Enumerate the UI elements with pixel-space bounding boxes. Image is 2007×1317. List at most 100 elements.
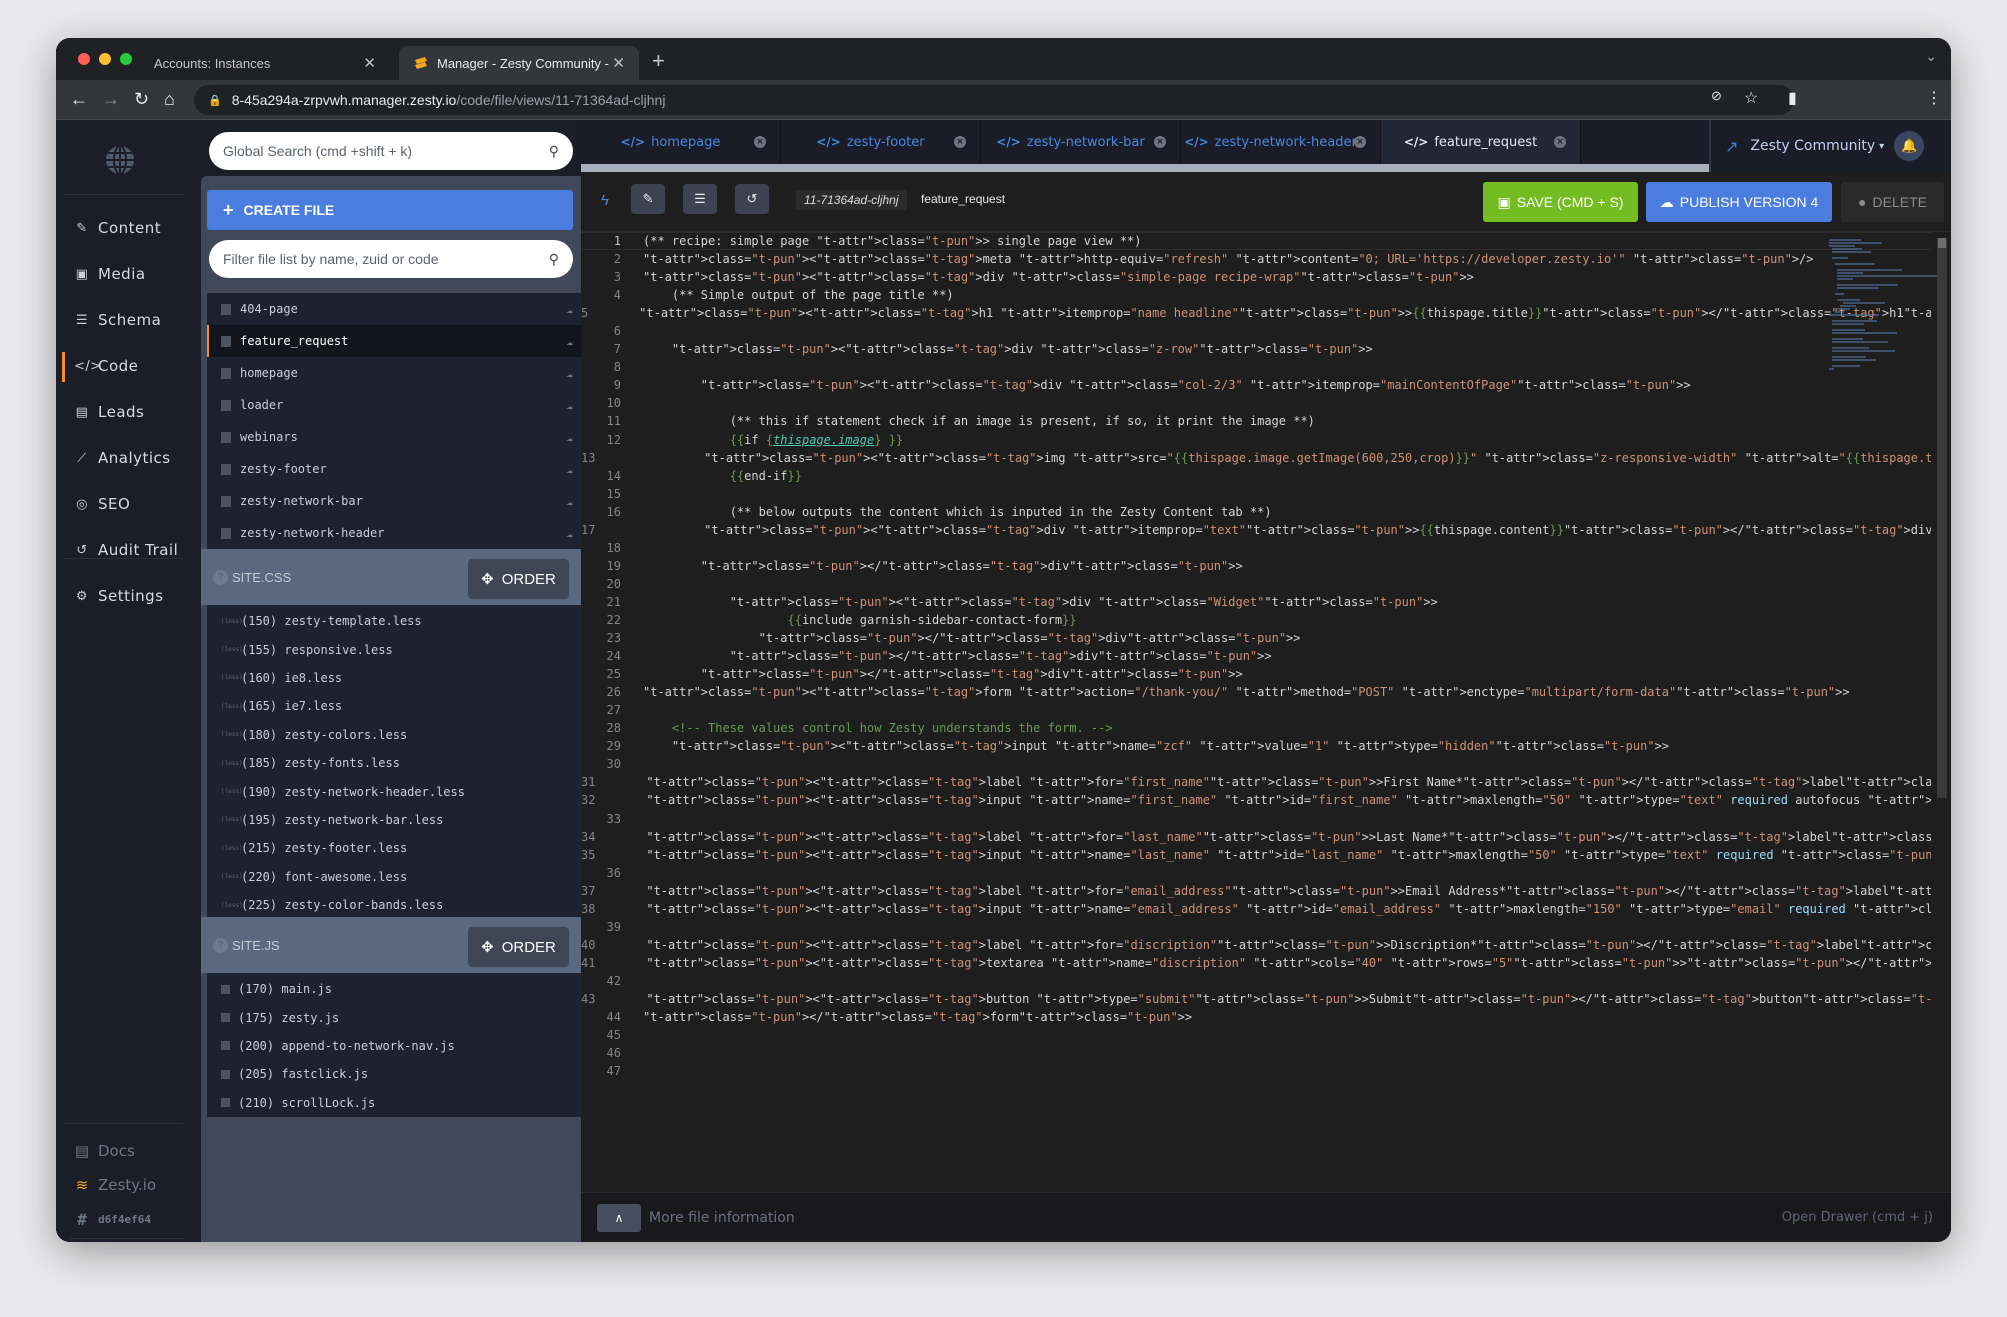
code-line[interactable]: 41 "t-attr">class="t-pun"><"t-attr">clas… [581, 954, 1931, 972]
code-line[interactable]: 9 "t-attr">class="t-pun"><"t-attr">class… [581, 376, 1931, 394]
eye-slash-icon[interactable]: ⊘ [1711, 88, 1722, 104]
code-line[interactable]: 35 "t-attr">class="t-pun"><"t-attr">clas… [581, 846, 1931, 864]
code-line[interactable]: 34 "t-attr">class="t-pun"><"t-attr">clas… [581, 828, 1931, 846]
external-link-icon[interactable]: ↗ [1725, 137, 1738, 156]
code-line[interactable]: 13 "t-attr">class="t-pun"><"t-attr">clas… [581, 449, 1931, 467]
code-line[interactable]: 8 [581, 358, 1931, 376]
cloud-upload-icon[interactable]: ☁ [566, 463, 573, 476]
code-line[interactable]: 1 (** recipe: simple page "t-attr">class=… [581, 232, 1931, 251]
expand-info-button[interactable]: ∧ [597, 1203, 641, 1232]
code-line[interactable]: 33 [581, 810, 1931, 828]
edit-button[interactable]: ✎ [631, 184, 665, 214]
minimap[interactable] [1829, 238, 1938, 370]
editor-tab-zesty-network-bar[interactable]: </> zesty-network-bar × [981, 120, 1181, 164]
global-search-input[interactable]: Global Search (cmd +shift + k) ⚲ [209, 132, 573, 170]
code-line[interactable]: 28 <!-- These values control how Zesty u… [581, 719, 1931, 737]
js-file-item[interactable]: (175) zesty.js [207, 1003, 581, 1031]
code-line[interactable]: 29 "t-attr">class="t-pun"><"t-attr">clas… [581, 737, 1931, 755]
code-line[interactable]: 37 "t-attr">class="t-pun"><"t-attr">clas… [581, 882, 1931, 900]
css-file-item[interactable]: (less) (190) zesty-network-header.less [207, 777, 581, 805]
nav-item-audit-trail[interactable]: ↺ Audit Trail [56, 530, 201, 570]
code-line[interactable]: 45 [581, 1026, 1931, 1044]
editor-tab-homepage[interactable]: </> homepage × [581, 120, 781, 164]
code-line[interactable]: 20 [581, 575, 1931, 593]
nav-item-media[interactable]: ▣ Media [56, 254, 201, 294]
zesty-link[interactable]: ≋ Zesty.io [74, 1176, 156, 1194]
publish-button[interactable]: ☁ PUBLISH VERSION 4 [1646, 182, 1832, 222]
code-area[interactable]: 1 (** recipe: simple page "t-attr">class=… [581, 232, 1931, 1174]
search-icon[interactable]: ⚲ [549, 143, 559, 160]
file-item[interactable]: zesty-network-header ☁ [207, 517, 581, 549]
css-file-item[interactable]: (less) (165) ie7.less [207, 692, 581, 720]
editor-tab-zesty-footer[interactable]: </> zesty-footer × [781, 120, 981, 164]
code-line[interactable]: 22 {{include garnish-sidebar-contact-for… [581, 611, 1931, 629]
account-menu[interactable]: ↗ Zesty Community ▾ 🔔 [1709, 120, 1951, 172]
search-icon[interactable]: ⚲ [549, 251, 559, 268]
close-tab-icon[interactable]: ✕ [363, 54, 376, 72]
css-file-item[interactable]: (less) (195) zesty-network-bar.less [207, 806, 581, 834]
nav-item-content[interactable]: ✎ Content [56, 208, 201, 248]
css-order-button[interactable]: ✥ ORDER [468, 559, 569, 599]
close-tab-icon[interactable]: × [954, 136, 966, 148]
cloud-upload-icon[interactable]: ☁ [566, 527, 573, 540]
browser-tab-manager[interactable]: Manager - Zesty Community - ✕ [399, 46, 639, 80]
code-line[interactable]: 42 [581, 972, 1931, 990]
code-line[interactable]: 18 [581, 539, 1931, 557]
css-file-item[interactable]: (less) (215) zesty-footer.less [207, 834, 581, 862]
editor-tab-feature-request[interactable]: </> feature_request × [1381, 120, 1581, 164]
cloud-upload-icon[interactable]: ☁ [566, 495, 573, 508]
code-line[interactable]: 15 [581, 485, 1931, 503]
save-button[interactable]: ▣ SAVE (CMD + S) [1483, 182, 1638, 222]
code-line[interactable]: 19 "t-attr">class="t-pun"></"t-attr">cla… [581, 557, 1931, 575]
more-file-info-label[interactable]: More file information [649, 1210, 795, 1226]
code-line[interactable]: 2 "t-attr">class="t-pun"><"t-attr">class=… [581, 250, 1931, 268]
nav-item-analytics[interactable]: ⟋ Analytics [56, 438, 201, 478]
code-line[interactable]: 5 "t-attr">class="t-pun"><"t-attr">class… [581, 304, 1931, 322]
code-line[interactable]: 39 [581, 918, 1931, 936]
bell-icon[interactable]: 🔔 [1894, 131, 1925, 161]
close-tab-icon[interactable]: × [754, 136, 766, 148]
js-file-item[interactable]: (210) scrollLock.js [207, 1089, 581, 1117]
history-button[interactable]: ↺ [735, 184, 769, 214]
close-tab-icon[interactable]: × [1154, 136, 1166, 148]
file-item[interactable]: zesty-network-bar ☁ [207, 485, 581, 517]
address-bar[interactable]: 🔒 8-45a294a-zrpvwh.manager.zesty.io /cod… [194, 85, 1794, 115]
js-file-item[interactable]: (170) main.js [207, 975, 581, 1003]
code-line[interactable]: 23 "t-attr">class="t-pun"></"t-attr">cla… [581, 629, 1931, 647]
editor-scrollbar[interactable] [1937, 238, 1947, 798]
js-order-button[interactable]: ✥ ORDER [468, 927, 569, 967]
code-line[interactable]: 14 {{end-if}} [581, 467, 1931, 485]
code-line[interactable]: 26 "t-attr">class="t-pun"><"t-attr">class… [581, 683, 1931, 701]
code-line[interactable]: 27 [581, 701, 1931, 719]
kebab-menu-icon[interactable]: ⋮ [1926, 88, 1942, 108]
css-file-item[interactable]: (less) (225) zesty-color-bands.less [207, 891, 581, 919]
code-line[interactable]: 17 "t-attr">class="t-pun"><"t-attr">clas… [581, 521, 1931, 539]
star-icon[interactable]: ☆ [1744, 88, 1758, 108]
code-line[interactable]: 31 "t-attr">class="t-pun"><"t-attr">clas… [581, 773, 1931, 791]
code-line[interactable]: 4 (** Simple output of the page title **… [581, 286, 1931, 304]
code-line[interactable]: 25 "t-attr">class="t-pun"></"t-attr">cla… [581, 665, 1931, 683]
file-item[interactable]: feature_request ☁ [207, 325, 581, 357]
code-line[interactable]: 38 "t-attr">class="t-pun"><"t-attr">clas… [581, 900, 1931, 918]
code-line[interactable]: 36 [581, 864, 1931, 882]
css-file-item[interactable]: (less) (180) zesty-colors.less [207, 721, 581, 749]
file-item[interactable]: webinars ☁ [207, 421, 581, 453]
close-tab-icon[interactable]: × [1354, 136, 1366, 148]
js-file-item[interactable]: (205) fastclick.js [207, 1060, 581, 1088]
code-line[interactable]: 12 {{if {thispage.image} }} [581, 431, 1931, 449]
file-item[interactable]: homepage ☁ [207, 357, 581, 389]
sidepanel-icon[interactable]: ▮ [1788, 88, 1797, 108]
reload-icon[interactable]: ↻ [134, 89, 149, 110]
open-drawer-label[interactable]: Open Drawer (cmd + j) [1782, 1210, 1933, 1225]
nav-item-code[interactable]: </> Code [56, 346, 201, 386]
help-icon[interactable]: ? [213, 569, 228, 585]
css-file-item[interactable]: (less) (150) zesty-template.less [207, 607, 581, 635]
code-line[interactable]: 3 "t-attr">class="t-pun"><"t-attr">class=… [581, 268, 1931, 286]
file-item[interactable]: 404-page ☁ [207, 293, 581, 325]
code-line[interactable]: 44 "t-attr">class="t-pun"></"t-attr">clas… [581, 1008, 1931, 1026]
tabs-scrollbar[interactable] [581, 164, 1711, 172]
nav-item-settings[interactable]: ⚙ Settings [56, 576, 201, 616]
css-file-item[interactable]: (less) (220) font-awesome.less [207, 863, 581, 891]
code-line[interactable]: 32 "t-attr">class="t-pun"><"t-attr">clas… [581, 791, 1931, 809]
file-filter-input[interactable]: Filter file list by name, zuid or code ⚲ [209, 240, 573, 278]
